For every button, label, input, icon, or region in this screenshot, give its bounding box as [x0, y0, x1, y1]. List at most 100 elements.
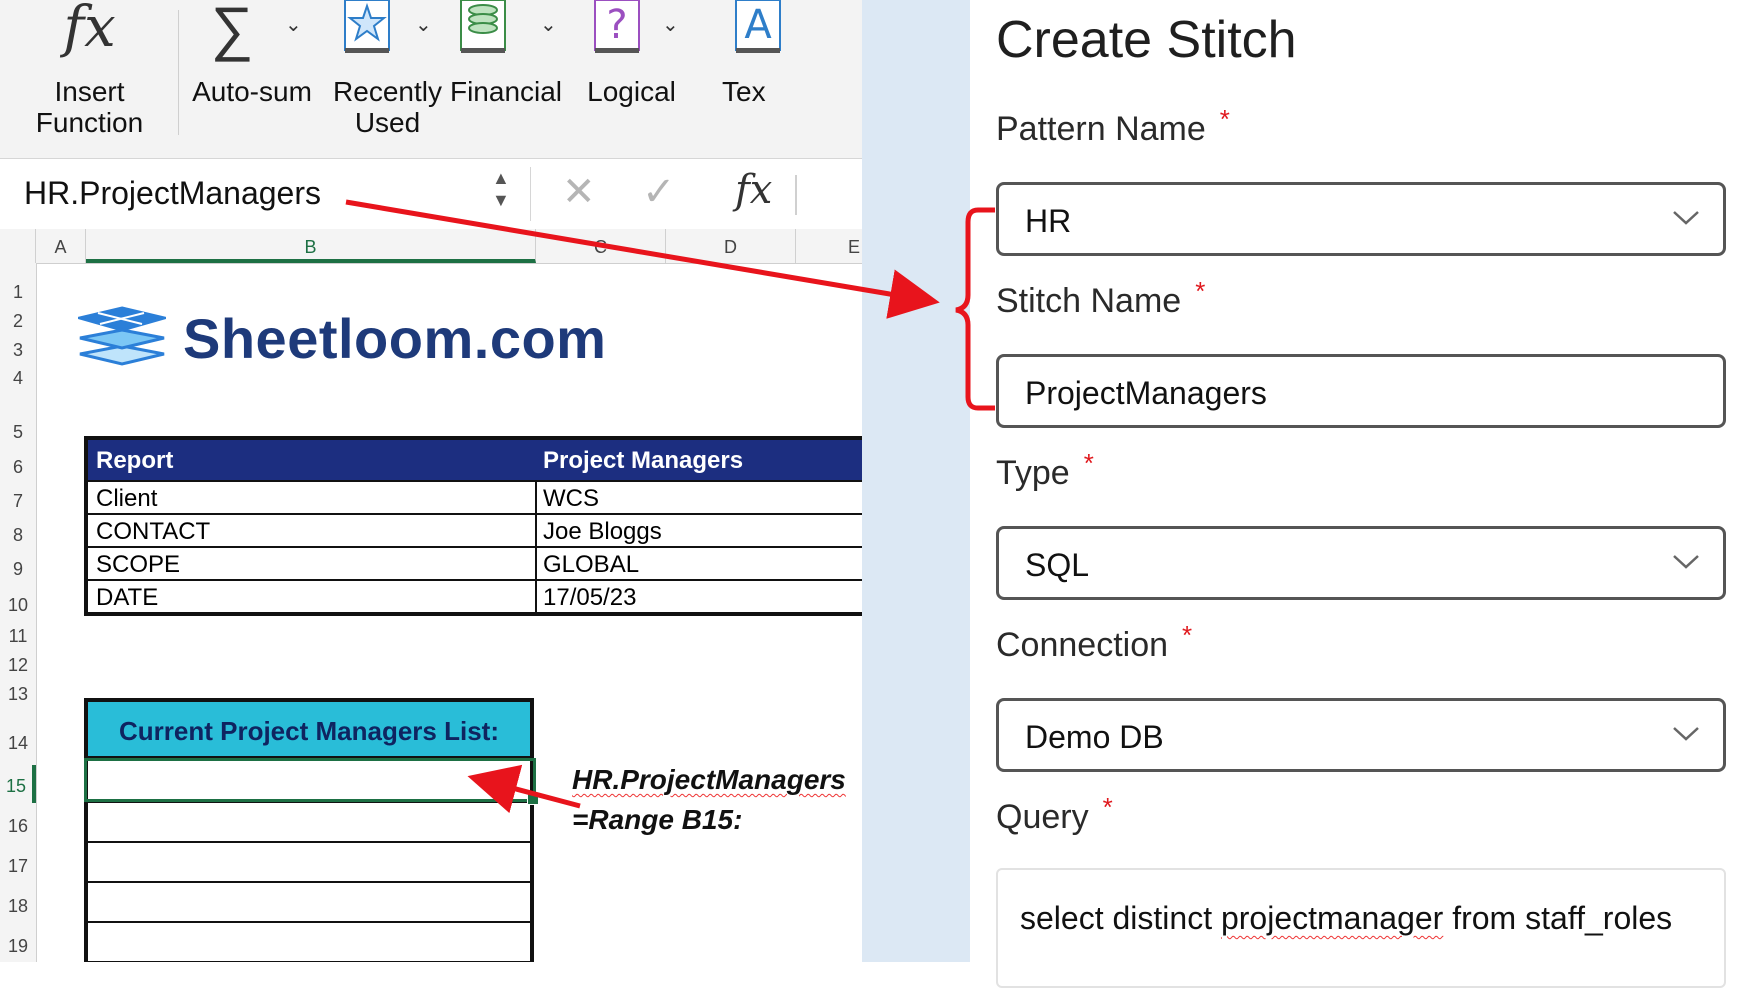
chevron-down-icon — [1673, 555, 1699, 569]
row-header[interactable]: 14 — [0, 720, 36, 762]
header-cell[interactable]: Report — [96, 440, 173, 482]
row-header[interactable]: 15 — [0, 765, 36, 803]
table-cell[interactable]: WCS — [543, 482, 599, 516]
table-cell[interactable]: Client — [96, 482, 157, 516]
panel-divider — [862, 0, 970, 962]
row-header[interactable]: 11 — [0, 620, 36, 648]
ribbon-label: Auto-sum — [192, 76, 312, 107]
input-value: ProjectManagers — [1025, 375, 1267, 411]
required-mark: * — [1083, 448, 1094, 478]
text-button[interactable]: A Tex — [700, 0, 820, 150]
column-header[interactable]: E — [796, 229, 862, 263]
pattern-name-select[interactable]: HR — [996, 182, 1726, 256]
insert-function-button[interactable]: fx Insert Function — [12, 0, 167, 150]
ribbon-label: Recently Used — [333, 76, 442, 138]
row-header[interactable]: 4 — [0, 362, 36, 390]
list-row[interactable] — [88, 843, 530, 883]
column-header[interactable]: C — [536, 229, 666, 263]
row-header[interactable]: 9 — [0, 552, 36, 582]
table-row: CONTACT Joe Bloggs — [88, 513, 862, 546]
fx-icon: fx — [63, 0, 116, 60]
row-header[interactable]: 19 — [0, 925, 36, 962]
row-header[interactable]: 2 — [0, 305, 36, 333]
header-cell[interactable]: Project Managers — [543, 440, 743, 482]
required-mark: * — [1219, 104, 1230, 134]
row-header[interactable]: 18 — [0, 885, 36, 923]
report-header-row: Report Project Managers — [88, 440, 862, 480]
chevron-down-icon[interactable]: ⌄ — [285, 12, 302, 37]
query-textarea[interactable]: select distinct projectmanager from staf… — [996, 868, 1726, 988]
formula-bar: HR.ProjectManagers ▲ ▼ ✕ ✓ fx — [0, 158, 862, 230]
required-mark: * — [1102, 792, 1113, 822]
list-row[interactable] — [88, 923, 530, 962]
table-cell[interactable]: CONTACT — [96, 515, 210, 549]
table-cell[interactable]: GLOBAL — [543, 548, 639, 582]
row-header[interactable]: 3 — [0, 334, 36, 362]
row-header[interactable]: 13 — [0, 678, 36, 706]
annotation-line: =Range B15: — [572, 804, 743, 835]
svg-text:A: A — [744, 2, 772, 48]
row-headers: 1 2 3 4 5 6 7 8 9 10 11 12 13 14 15 16 17 18 19 — [0, 263, 37, 962]
text-book-icon: A — [730, 0, 788, 62]
table-cell[interactable]: DATE — [96, 581, 158, 615]
stitch-name-input[interactable]: ProjectManagers — [996, 354, 1726, 428]
connection-select[interactable]: Demo DB — [996, 698, 1726, 772]
select-value: SQL — [1025, 547, 1090, 583]
create-stitch-panel: Create Stitch Pattern Name * HR Stitch Na… — [970, 0, 1764, 988]
row-header[interactable]: 7 — [0, 484, 36, 514]
select-all-corner[interactable] — [0, 229, 36, 263]
sheetloom-logo: Sheetloom.com — [78, 300, 678, 374]
formula-bar-divider — [530, 167, 531, 221]
report-table: Report Project Managers Client WCS CONTA… — [84, 436, 862, 616]
selected-cell-b15[interactable] — [84, 758, 539, 805]
list-header[interactable]: Current Project Managers List: — [88, 702, 530, 759]
chevron-down-icon[interactable]: ⌄ — [540, 12, 557, 37]
ribbon-label: Tex — [722, 76, 766, 107]
cancel-icon[interactable]: ✕ — [562, 169, 596, 215]
ribbon-separator — [178, 10, 179, 135]
pattern-name-label: Pattern Name * — [996, 104, 1230, 148]
required-mark: * — [1195, 276, 1206, 306]
star-book-icon — [339, 0, 397, 62]
row-header[interactable]: 5 — [0, 412, 36, 448]
table-row: Client WCS — [88, 480, 862, 513]
excel-window: fx Insert Function ∑ Auto-sum ⌄ Recently… — [0, 0, 862, 962]
row-header[interactable]: 1 — [0, 276, 36, 304]
list-row[interactable] — [88, 803, 530, 843]
row-header[interactable]: 10 — [0, 588, 36, 618]
chevron-down-icon — [1673, 211, 1699, 225]
chevron-down-icon[interactable]: ⌄ — [662, 12, 679, 37]
table-cell[interactable]: 17/05/23 — [543, 581, 636, 615]
row-header[interactable]: 6 — [0, 450, 36, 480]
type-label: Type * — [996, 448, 1094, 492]
query-value: select distinct projectmanager from staf… — [1020, 900, 1673, 936]
table-cell[interactable]: Joe Bloggs — [543, 515, 662, 549]
sigma-icon: ∑ — [210, 0, 254, 62]
brand-name: Sheetloom.com — [183, 307, 607, 370]
fx-icon[interactable]: fx — [735, 167, 772, 213]
type-select[interactable]: SQL — [996, 526, 1726, 600]
table-cell[interactable]: SCOPE — [96, 548, 180, 582]
chevron-down-icon[interactable]: ⌄ — [415, 12, 432, 37]
list-row[interactable] — [88, 883, 530, 923]
name-box[interactable]: HR.ProjectManagers ▲ ▼ — [0, 159, 530, 229]
required-mark: * — [1182, 620, 1193, 650]
column-header[interactable]: D — [666, 229, 796, 263]
project-managers-list: Current Project Managers List: — [84, 698, 539, 962]
column-headers: A B C D E — [0, 229, 862, 264]
row-header[interactable]: 12 — [0, 649, 36, 677]
layers-logo-icon — [78, 306, 166, 366]
range-annotation: HR.ProjectManagers =Range B15: — [572, 760, 846, 840]
row-header[interactable]: 16 — [0, 805, 36, 843]
fill-handle[interactable] — [527, 793, 539, 805]
row-header[interactable]: 17 — [0, 845, 36, 883]
column-header[interactable]: A — [36, 229, 86, 263]
connection-label: Connection * — [996, 620, 1193, 664]
row-header[interactable]: 8 — [0, 518, 36, 548]
name-box-spinner-icon[interactable]: ▲ ▼ — [492, 167, 510, 211]
stitch-name-label: Stitch Name * — [996, 276, 1206, 320]
column-header[interactable]: B — [86, 229, 536, 263]
question-book-icon: ? — [589, 0, 647, 62]
confirm-icon[interactable]: ✓ — [642, 169, 676, 215]
select-value: HR — [1025, 203, 1072, 239]
